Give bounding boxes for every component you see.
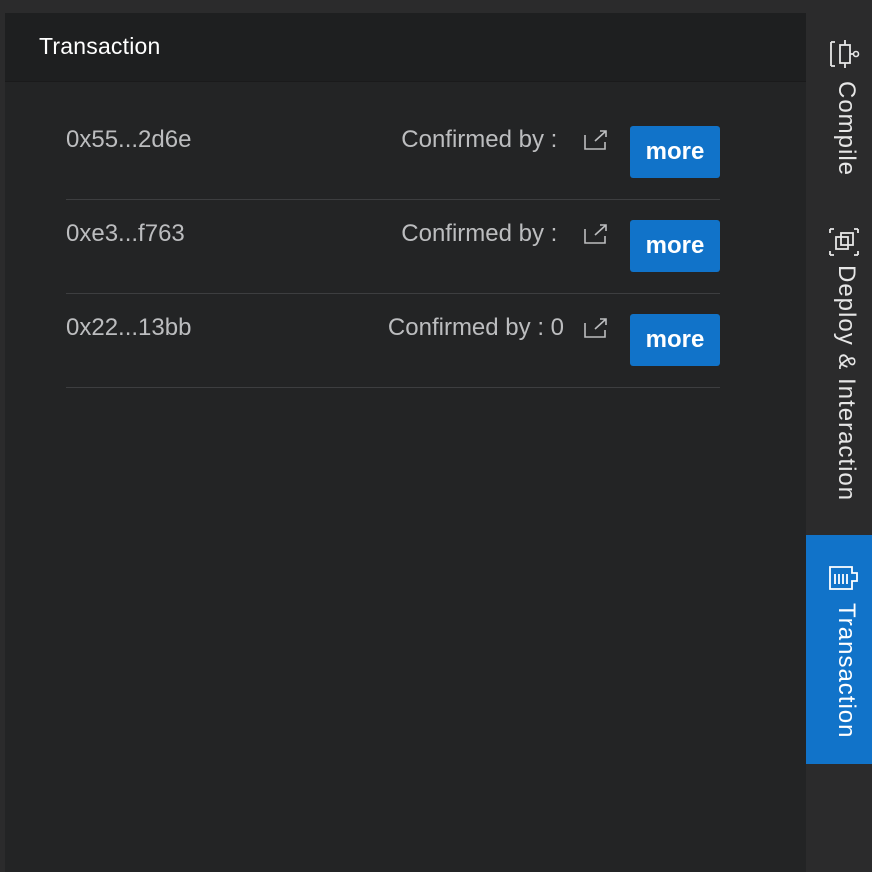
transaction-hash: 0x55...2d6e (66, 126, 192, 153)
external-link-icon[interactable] (583, 129, 609, 151)
more-button[interactable]: more (630, 314, 720, 366)
more-button[interactable]: more (630, 220, 720, 272)
transaction-icon (829, 566, 858, 590)
tab-compile-label: Compile (833, 81, 860, 177)
compile-icon (830, 40, 860, 68)
tab-transaction-label: Transaction (833, 603, 860, 739)
transaction-hash: 0xe3...f763 (66, 220, 185, 247)
confirmation-status: Confirmed by : 0 (387, 314, 564, 341)
tab-compile[interactable]: Compile (806, 13, 872, 215)
tab-deploy-interaction[interactable]: Deploy & Interaction (806, 215, 872, 535)
transaction-panel: Transaction 0x55...2d6e Confirmed by : m… (5, 13, 806, 872)
more-button[interactable]: more (630, 126, 720, 178)
transaction-hash: 0x22...13bb (66, 314, 192, 341)
top-strip (0, 0, 872, 13)
tab-deploy-label: Deploy & Interaction (833, 265, 860, 502)
deploy-icon (829, 228, 859, 256)
confirmation-status: Confirmed by : (401, 126, 564, 153)
panel-header: Transaction (5, 13, 806, 82)
external-link-icon[interactable] (583, 223, 609, 245)
activity-sidebar: Compile Deploy & Interaction Transaction (806, 13, 872, 872)
transaction-row: 0x55...2d6e Confirmed by : more (66, 106, 720, 200)
transaction-row: 0x22...13bb Confirmed by : 0 more (66, 294, 720, 388)
transaction-row: 0xe3...f763 Confirmed by : more (66, 200, 720, 294)
external-link-icon[interactable] (583, 317, 609, 339)
tab-transaction[interactable]: Transaction (806, 535, 872, 764)
confirmation-status: Confirmed by : (401, 220, 564, 247)
transaction-list: 0x55...2d6e Confirmed by : more 0xe3...f… (66, 106, 720, 388)
panel-title: Transaction (39, 33, 161, 59)
